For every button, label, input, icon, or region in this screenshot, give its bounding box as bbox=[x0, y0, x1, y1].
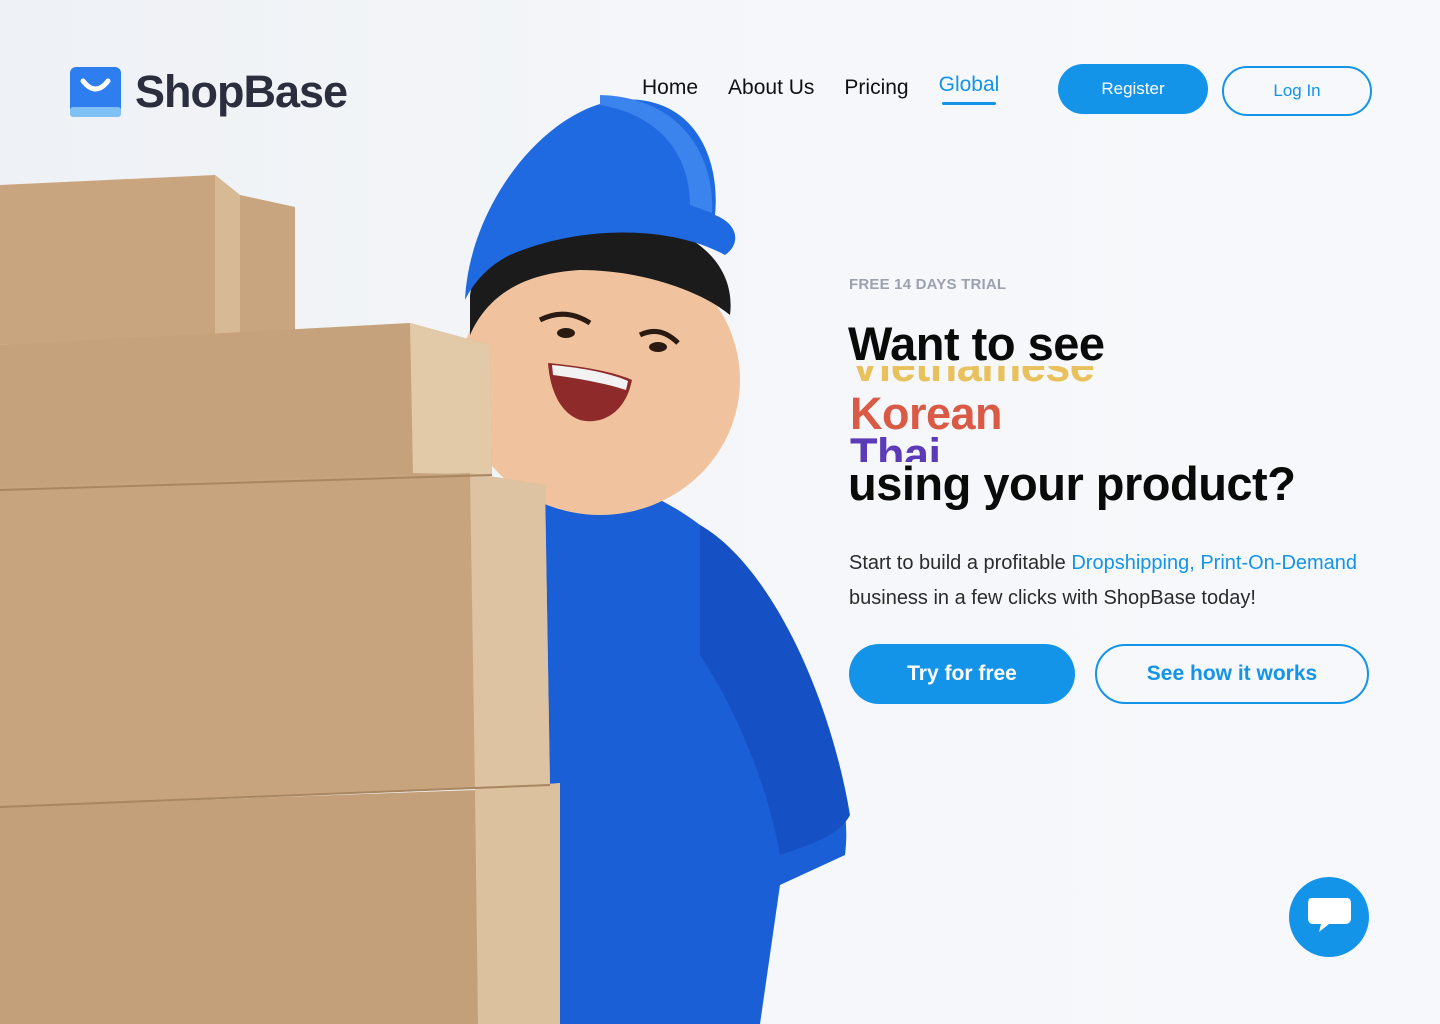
chat-bubble-icon bbox=[1305, 894, 1353, 941]
description-text-end: business in a few clicks with ShopBase t… bbox=[849, 587, 1256, 609]
hero-image bbox=[0, 95, 850, 1024]
main-nav: Home About Us Pricing Global bbox=[642, 73, 999, 105]
brand-name: ShopBase bbox=[135, 66, 348, 117]
nav-global[interactable]: Global bbox=[939, 73, 999, 105]
headline-bottom: using your product? bbox=[848, 457, 1296, 510]
nav-about-us[interactable]: About Us bbox=[728, 76, 814, 100]
shopping-bag-icon bbox=[70, 67, 121, 117]
nav-pricing[interactable]: Pricing bbox=[844, 76, 908, 100]
chat-button[interactable] bbox=[1289, 877, 1369, 957]
register-button[interactable]: Register bbox=[1058, 64, 1208, 114]
headline-top: Want to see bbox=[848, 317, 1105, 370]
logo[interactable]: ShopBase bbox=[70, 66, 348, 118]
description-highlight-link[interactable]: Dropshipping, Print-On-Demand bbox=[1071, 552, 1357, 574]
try-for-free-button[interactable]: Try for free bbox=[849, 644, 1075, 704]
trial-eyebrow: FREE 14 DAYS TRIAL bbox=[849, 276, 1007, 293]
login-button[interactable]: Log In bbox=[1222, 66, 1372, 116]
language-rotator: Vietnamese Korean Thai bbox=[850, 366, 1270, 462]
see-how-it-works-button[interactable]: See how it works bbox=[1095, 644, 1369, 704]
hero-description: Start to build a profitable Dropshipping… bbox=[849, 546, 1389, 616]
description-text-start: Start to build a profitable bbox=[849, 552, 1072, 574]
nav-home[interactable]: Home bbox=[642, 76, 698, 100]
